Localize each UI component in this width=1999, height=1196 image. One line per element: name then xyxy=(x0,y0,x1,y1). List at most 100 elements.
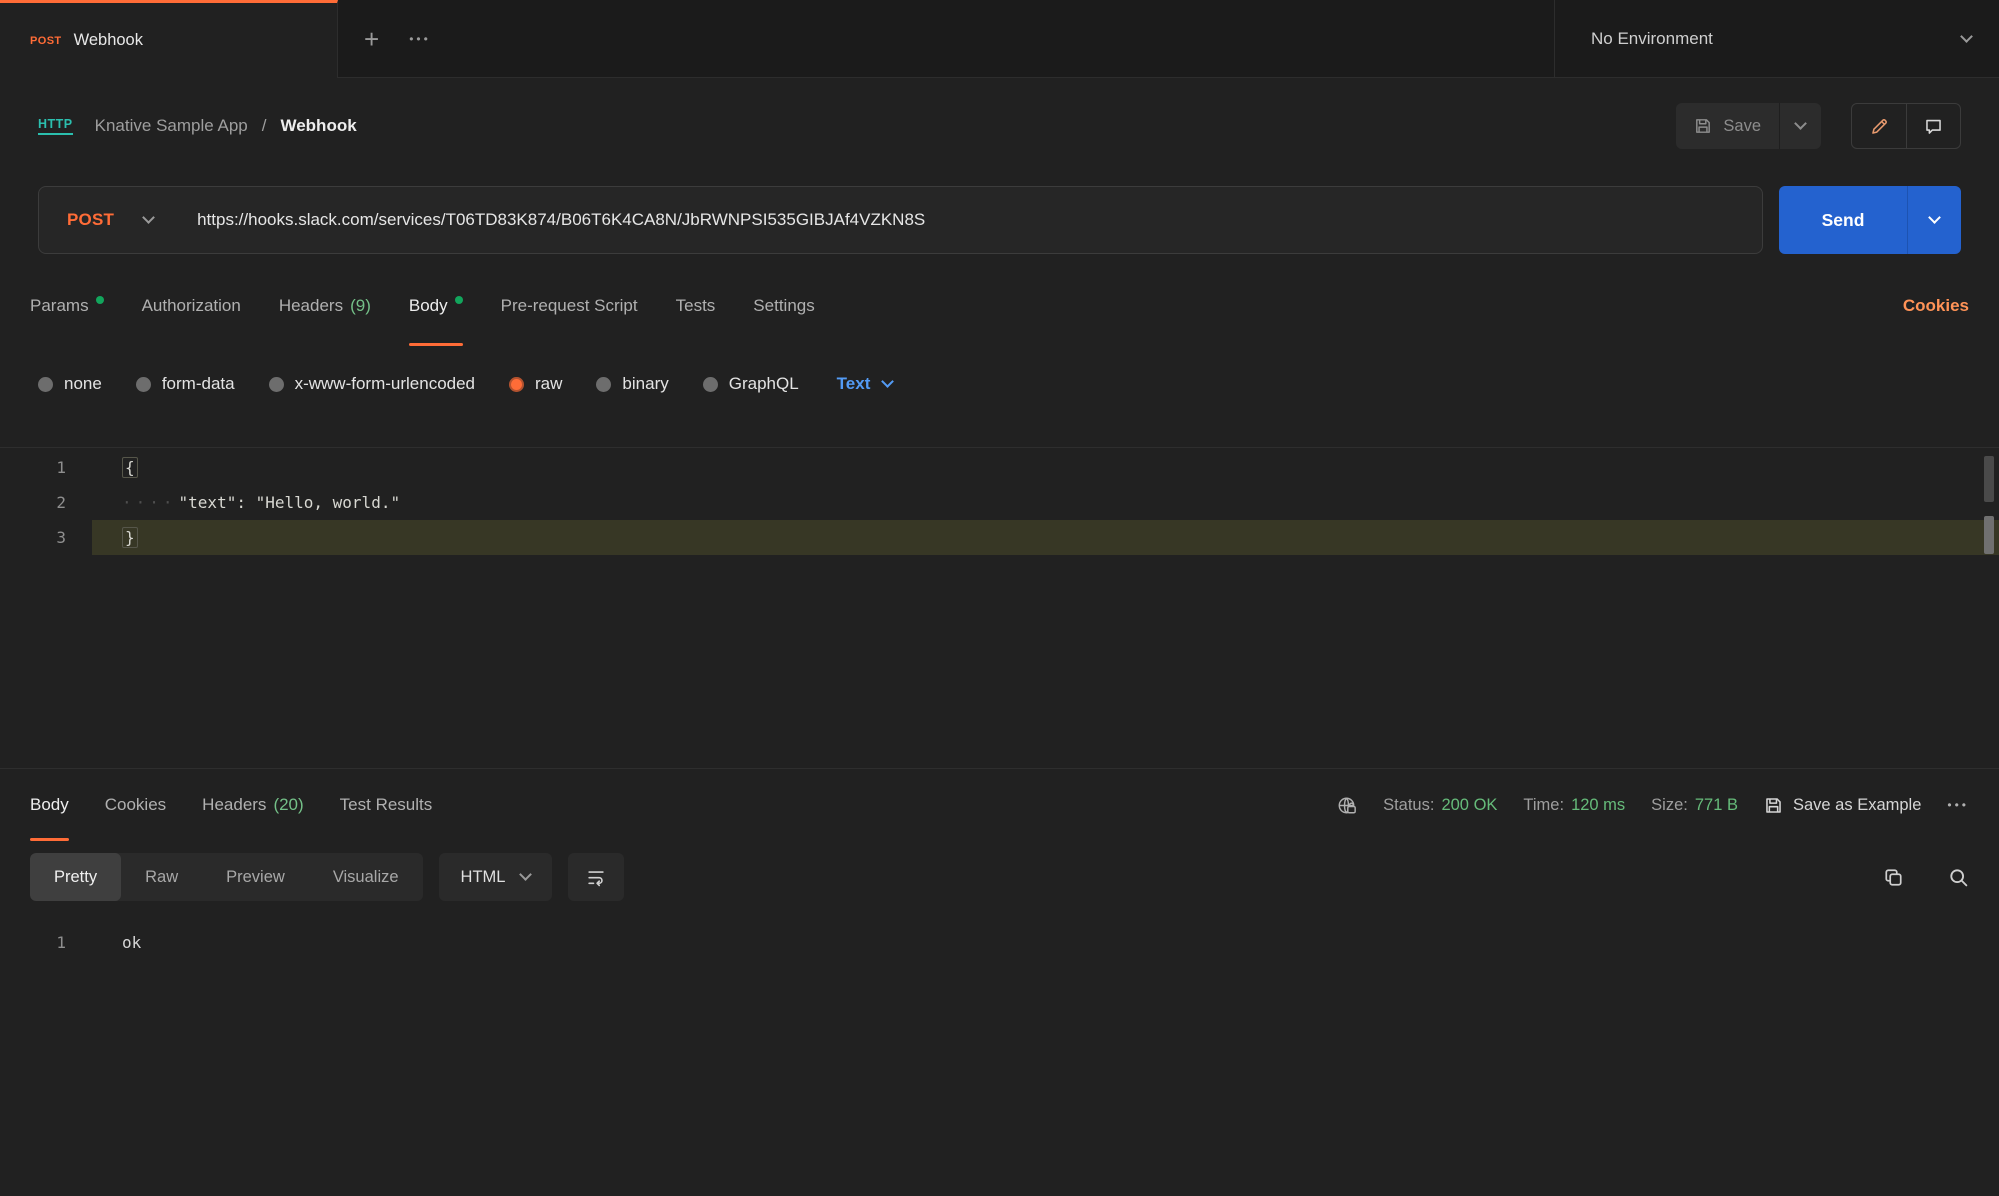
request-header: HTTP Knative Sample App / Webhook Save xyxy=(0,78,1999,174)
response-tab-headers-label: Headers xyxy=(202,795,266,815)
radio-raw[interactable]: raw xyxy=(509,374,562,394)
response-view-switcher: Pretty Raw Preview Visualize xyxy=(30,853,423,901)
line-number: 1 xyxy=(0,458,92,477)
response-status: Status: 200 OK xyxy=(1383,796,1497,815)
comments-button[interactable] xyxy=(1906,104,1960,148)
method-selector[interactable]: POST xyxy=(39,210,173,230)
view-preview-button[interactable]: Preview xyxy=(202,853,309,901)
radio-selected-icon xyxy=(509,377,524,392)
tab-tests[interactable]: Tests xyxy=(676,266,716,346)
response-tab-headers[interactable]: Headers (20) xyxy=(202,769,304,841)
radio-binary[interactable]: binary xyxy=(596,374,668,394)
chevron-down-icon xyxy=(1960,30,1973,43)
chevron-down-icon xyxy=(142,211,155,224)
wrap-lines-button[interactable] xyxy=(568,853,624,901)
breadcrumb-request-name: Webhook xyxy=(280,116,356,136)
response-size: Size: 771 B xyxy=(1651,796,1738,815)
whitespace-dots: ···· xyxy=(122,493,177,512)
search-response-button[interactable] xyxy=(1948,867,1969,888)
radio-circle-icon xyxy=(136,377,151,392)
size-label: Size: xyxy=(1651,796,1688,815)
comment-icon xyxy=(1924,117,1943,136)
response-tab-body-label: Body xyxy=(30,795,69,815)
tab-headers[interactable]: Headers (9) xyxy=(279,266,371,346)
request-tabs: Params Authorization Headers (9) Body Pr… xyxy=(0,266,1999,346)
tab-authorization-label: Authorization xyxy=(142,296,241,316)
tab-options-menu-button[interactable]: ••• xyxy=(401,0,439,78)
view-raw-button[interactable]: Raw xyxy=(121,853,202,901)
line-number: 1 xyxy=(0,933,92,952)
http-request-icon: HTTP xyxy=(38,117,73,135)
response-format-selector[interactable]: HTML xyxy=(439,853,553,901)
request-tab-webhook[interactable]: POST Webhook xyxy=(0,0,338,78)
globe-lock-icon[interactable] xyxy=(1336,795,1357,816)
response-time: Time: 120 ms xyxy=(1523,796,1625,815)
copy-response-button[interactable] xyxy=(1883,867,1904,888)
save-as-example-label: Save as Example xyxy=(1793,796,1921,815)
save-button-group: Save xyxy=(1676,103,1821,149)
edit-comment-group xyxy=(1851,103,1961,149)
environment-selector[interactable]: No Environment xyxy=(1554,0,1999,78)
status-label: Status: xyxy=(1383,796,1434,815)
line-number: 3 xyxy=(0,528,92,547)
radio-binary-label: binary xyxy=(622,374,668,394)
tab-body-label: Body xyxy=(409,296,448,316)
view-pretty-button[interactable]: Pretty xyxy=(30,853,121,901)
send-options-button[interactable] xyxy=(1907,186,1961,254)
response-toolbar: Pretty Raw Preview Visualize HTML xyxy=(0,841,1999,913)
editor-scrollbar-thumb[interactable] xyxy=(1984,456,1994,502)
radio-x-www-form-urlencoded[interactable]: x-www-form-urlencoded xyxy=(269,374,475,394)
save-button[interactable]: Save xyxy=(1676,103,1779,149)
response-headers-count-badge: (20) xyxy=(273,795,303,815)
radio-form-data[interactable]: form-data xyxy=(136,374,235,394)
code-text: } xyxy=(122,527,138,548)
params-active-dot xyxy=(96,296,104,304)
tab-params[interactable]: Params xyxy=(30,266,104,346)
response-tab-cookies[interactable]: Cookies xyxy=(105,769,166,841)
chevron-down-icon xyxy=(520,868,533,881)
chevron-down-icon xyxy=(882,375,895,388)
cookies-link[interactable]: Cookies xyxy=(1903,296,1969,316)
save-options-button[interactable] xyxy=(1779,103,1821,149)
code-text: { xyxy=(122,457,138,478)
time-label: Time: xyxy=(1523,796,1564,815)
response-toolbar-right xyxy=(1883,867,1969,888)
time-value: 120 ms xyxy=(1571,796,1625,815)
response-body-viewer[interactable]: 1 ok xyxy=(0,913,1999,1196)
raw-format-value: Text xyxy=(837,374,871,394)
breadcrumb-separator: / xyxy=(262,116,267,136)
editor-line: 1 { xyxy=(0,450,1999,485)
tab-strip: POST Webhook + ••• xyxy=(0,0,1554,78)
url-input[interactable] xyxy=(197,210,1762,230)
radio-circle-icon xyxy=(269,377,284,392)
response-tab-test-results[interactable]: Test Results xyxy=(340,769,433,841)
request-url-bar: POST xyxy=(38,186,1763,254)
radio-graphql[interactable]: GraphQL xyxy=(703,374,799,394)
new-tab-button[interactable]: + xyxy=(356,0,387,78)
tab-authorization[interactable]: Authorization xyxy=(142,266,241,346)
tab-pre-request-script[interactable]: Pre-request Script xyxy=(501,266,638,346)
tab-params-label: Params xyxy=(30,296,89,316)
response-tab-body[interactable]: Body xyxy=(30,769,69,841)
raw-format-selector[interactable]: Text xyxy=(837,374,893,394)
tab-settings[interactable]: Settings xyxy=(753,266,814,346)
view-visualize-button[interactable]: Visualize xyxy=(309,853,423,901)
wrap-lines-icon xyxy=(586,867,606,887)
tab-body[interactable]: Body xyxy=(409,266,463,346)
environment-name: No Environment xyxy=(1591,29,1713,49)
send-button[interactable]: Send xyxy=(1779,186,1907,254)
tab-title: Webhook xyxy=(74,31,143,50)
radio-circle-icon xyxy=(703,377,718,392)
tab-headers-label: Headers xyxy=(279,296,343,316)
response-options-button[interactable]: ••• xyxy=(1947,798,1969,812)
save-icon xyxy=(1694,117,1712,135)
save-as-example-button[interactable]: Save as Example xyxy=(1764,796,1921,815)
save-label: Save xyxy=(1723,117,1761,136)
response-tab-cookies-label: Cookies xyxy=(105,795,166,815)
radio-none[interactable]: none xyxy=(38,374,102,394)
tab-pre-request-label: Pre-request Script xyxy=(501,296,638,316)
request-body-editor[interactable]: 1 { 2 ···· "text": "Hello, world." 3 } xyxy=(0,447,1999,769)
response-format-value: HTML xyxy=(461,868,506,887)
breadcrumb-collection[interactable]: Knative Sample App xyxy=(95,116,248,136)
edit-request-button[interactable] xyxy=(1852,104,1906,148)
